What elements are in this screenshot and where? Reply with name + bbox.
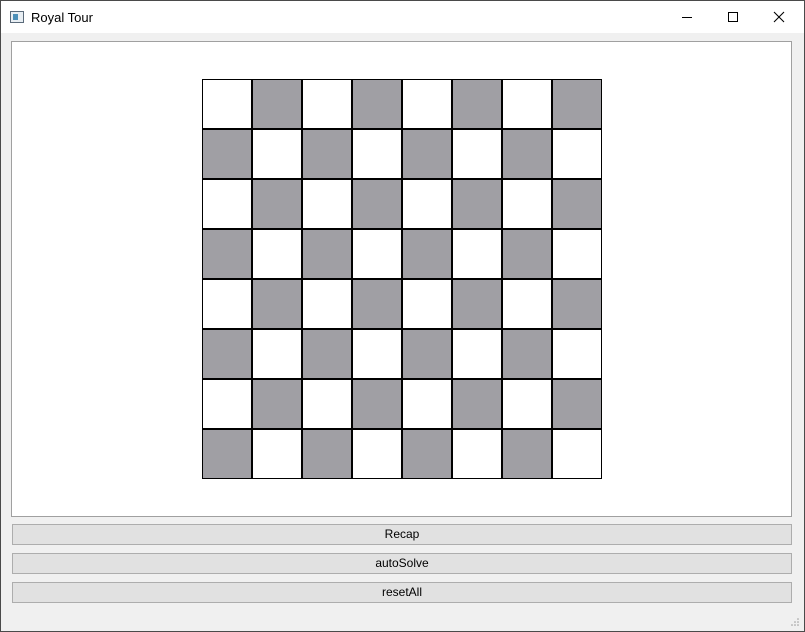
board-square[interactable] — [452, 229, 502, 279]
maximize-icon — [728, 12, 738, 22]
minimize-button[interactable] — [664, 1, 710, 33]
board-square[interactable] — [302, 79, 352, 129]
auto-solve-button[interactable]: autoSolve — [12, 553, 792, 574]
board-square[interactable] — [402, 379, 452, 429]
board-square[interactable] — [252, 129, 302, 179]
board-square[interactable] — [402, 229, 452, 279]
board-square[interactable] — [252, 379, 302, 429]
window-title: Royal Tour — [31, 10, 93, 25]
board-square[interactable] — [502, 129, 552, 179]
board-square[interactable] — [452, 129, 502, 179]
board-square[interactable] — [552, 329, 602, 379]
board-square[interactable] — [302, 379, 352, 429]
board-square[interactable] — [452, 179, 502, 229]
app-window-icon — [10, 11, 24, 23]
board-square[interactable] — [552, 429, 602, 479]
board-square[interactable] — [502, 279, 552, 329]
board-square[interactable] — [502, 329, 552, 379]
board-square[interactable] — [402, 329, 452, 379]
board-square[interactable] — [252, 329, 302, 379]
board-square[interactable] — [552, 179, 602, 229]
board-square[interactable] — [352, 229, 402, 279]
board-square[interactable] — [402, 279, 452, 329]
board-square[interactable] — [552, 279, 602, 329]
reset-all-button[interactable]: resetAll — [12, 582, 792, 603]
board-square[interactable] — [302, 229, 352, 279]
board-square[interactable] — [202, 379, 252, 429]
resize-grip-icon[interactable] — [790, 617, 800, 627]
board-square[interactable] — [252, 229, 302, 279]
board-square[interactable] — [202, 429, 252, 479]
close-button[interactable] — [756, 1, 802, 33]
board-square[interactable] — [502, 179, 552, 229]
board-square[interactable] — [552, 379, 602, 429]
board-square[interactable] — [352, 179, 402, 229]
minimize-icon — [682, 17, 692, 18]
app-window: Royal Tour Recap autoSolve resetAll — [0, 0, 805, 632]
board-square[interactable] — [252, 429, 302, 479]
board-square[interactable] — [252, 279, 302, 329]
close-icon — [773, 11, 785, 23]
board-square[interactable] — [502, 79, 552, 129]
board-square[interactable] — [402, 429, 452, 479]
board-square[interactable] — [202, 329, 252, 379]
board-square[interactable] — [402, 129, 452, 179]
board-square[interactable] — [552, 129, 602, 179]
board-square[interactable] — [502, 379, 552, 429]
board-square[interactable] — [402, 179, 452, 229]
board-square[interactable] — [202, 129, 252, 179]
board-square[interactable] — [352, 429, 402, 479]
board-square[interactable] — [202, 79, 252, 129]
board-square[interactable] — [302, 429, 352, 479]
board-square[interactable] — [552, 79, 602, 129]
board-square[interactable] — [452, 279, 502, 329]
board-square[interactable] — [452, 329, 502, 379]
board-square[interactable] — [452, 79, 502, 129]
maximize-button[interactable] — [710, 1, 756, 33]
board-square[interactable] — [402, 79, 452, 129]
board-square[interactable] — [202, 179, 252, 229]
board-square[interactable] — [252, 79, 302, 129]
board-square[interactable] — [452, 429, 502, 479]
board-square[interactable] — [302, 129, 352, 179]
board-square[interactable] — [502, 429, 552, 479]
recap-button[interactable]: Recap — [12, 524, 792, 545]
board-square[interactable] — [352, 129, 402, 179]
board-square[interactable] — [352, 79, 402, 129]
board-square[interactable] — [302, 279, 352, 329]
board-square[interactable] — [252, 179, 302, 229]
board-canvas[interactable] — [11, 41, 792, 517]
board-square[interactable] — [352, 329, 402, 379]
board-square[interactable] — [352, 279, 402, 329]
chess-board[interactable] — [202, 79, 603, 480]
board-square[interactable] — [302, 329, 352, 379]
board-square[interactable] — [502, 229, 552, 279]
board-square[interactable] — [202, 279, 252, 329]
board-square[interactable] — [352, 379, 402, 429]
title-bar[interactable]: Royal Tour — [1, 0, 804, 33]
board-square[interactable] — [452, 379, 502, 429]
board-square[interactable] — [202, 229, 252, 279]
board-square[interactable] — [552, 229, 602, 279]
board-square[interactable] — [302, 179, 352, 229]
